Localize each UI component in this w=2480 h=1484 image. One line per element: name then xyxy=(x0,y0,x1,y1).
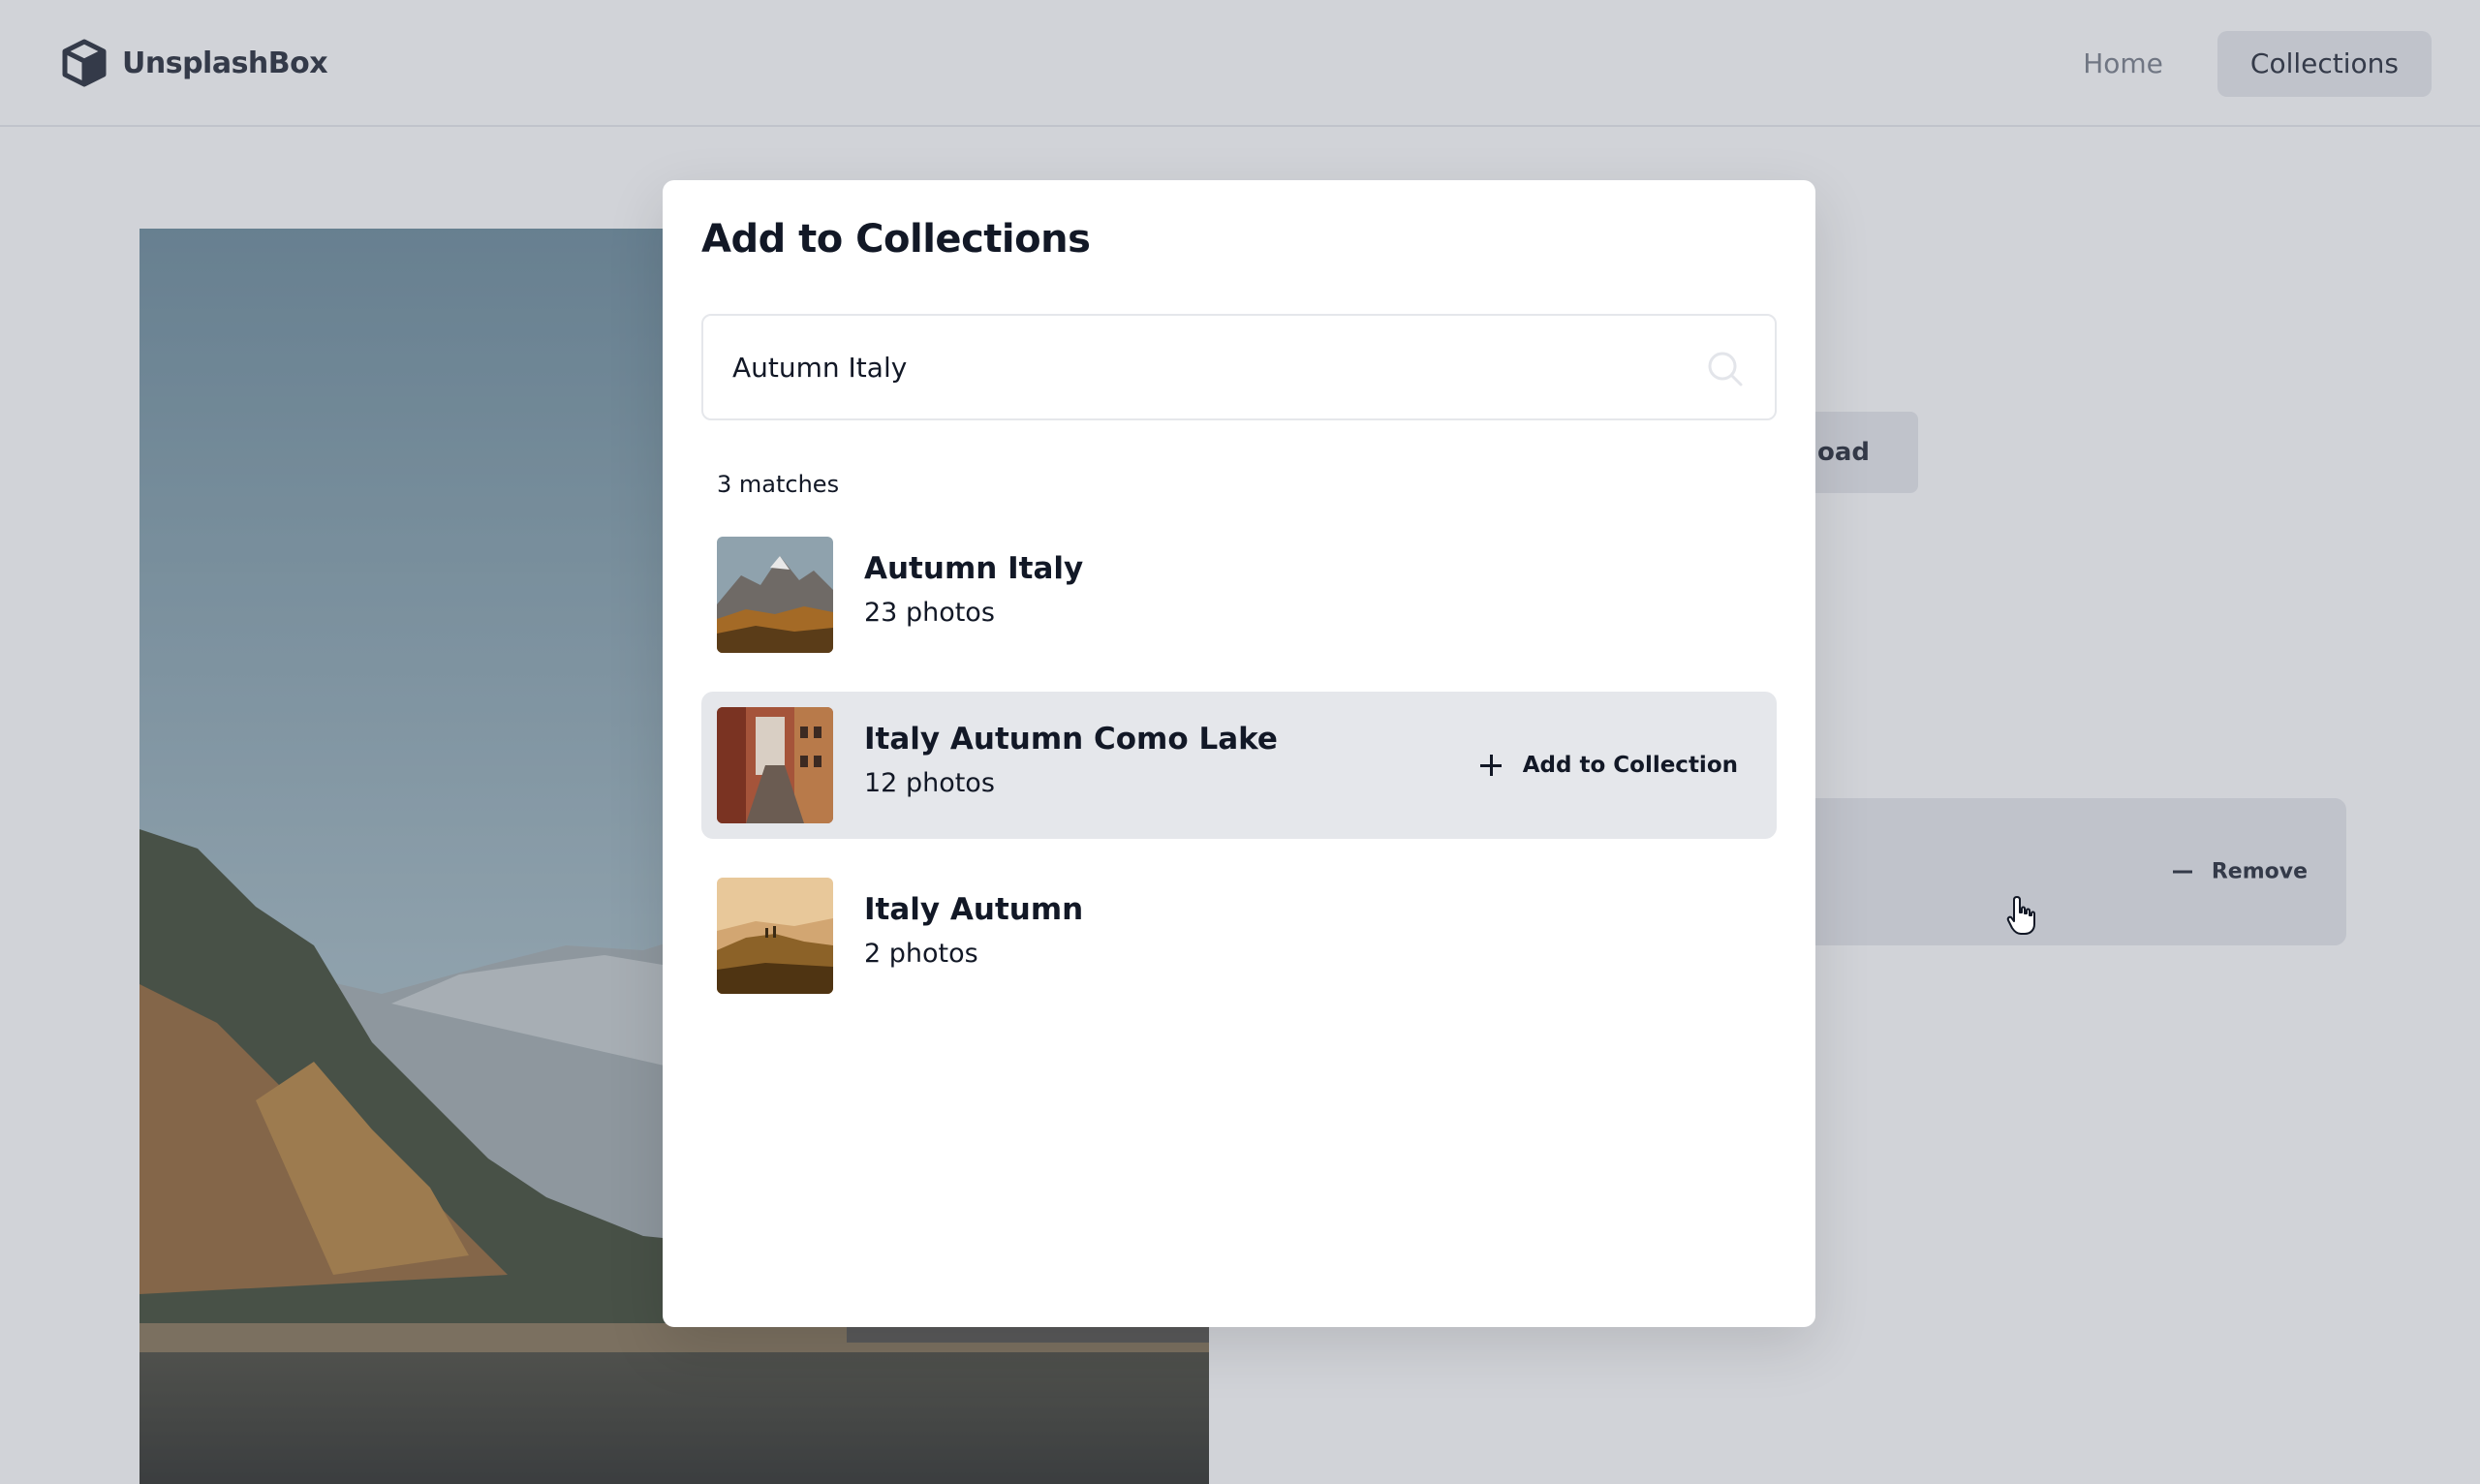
result-info: Italy Autumn Como Lake 12 photos xyxy=(864,719,1278,804)
result-info: Autumn Italy 23 photos xyxy=(864,548,1083,634)
search-input[interactable] xyxy=(732,316,1662,418)
result-info: Italy Autumn 2 photos xyxy=(864,889,1083,974)
matches-count: 3 matches xyxy=(717,471,840,498)
result-count: 2 photos xyxy=(864,939,978,969)
add-to-collections-modal: Add to Collections 3 matches Autumn Ital… xyxy=(663,180,1815,1327)
result-row-autumn-italy[interactable]: Autumn Italy 23 photos xyxy=(701,521,1777,668)
result-title: Italy Autumn Como Lake xyxy=(864,722,1278,757)
add-to-collection-button[interactable]: Add to Collection xyxy=(1479,753,1738,778)
street-thumbnail xyxy=(717,707,833,823)
plus-icon xyxy=(1479,755,1502,776)
result-title: Italy Autumn xyxy=(864,892,1084,927)
add-to-collection-label: Add to Collection xyxy=(1522,753,1738,778)
search-field[interactable] xyxy=(701,314,1777,420)
search-icon[interactable] xyxy=(1707,351,1744,387)
hand-cursor-icon xyxy=(2006,896,2035,935)
modal-title: Add to Collections xyxy=(701,217,1091,262)
result-count: 23 photos xyxy=(864,598,995,628)
result-row-como-lake[interactable]: Italy Autumn Como Lake 12 photos Add to … xyxy=(701,692,1777,839)
mountain-thumbnail xyxy=(717,537,833,653)
result-title: Autumn Italy xyxy=(864,551,1084,586)
result-count: 12 photos xyxy=(864,768,995,798)
result-row-italy-autumn[interactable]: Italy Autumn 2 photos xyxy=(701,862,1777,1009)
hills-thumbnail xyxy=(717,878,833,994)
results-list: Autumn Italy 23 photos Italy Autumn Como… xyxy=(701,521,1777,1033)
